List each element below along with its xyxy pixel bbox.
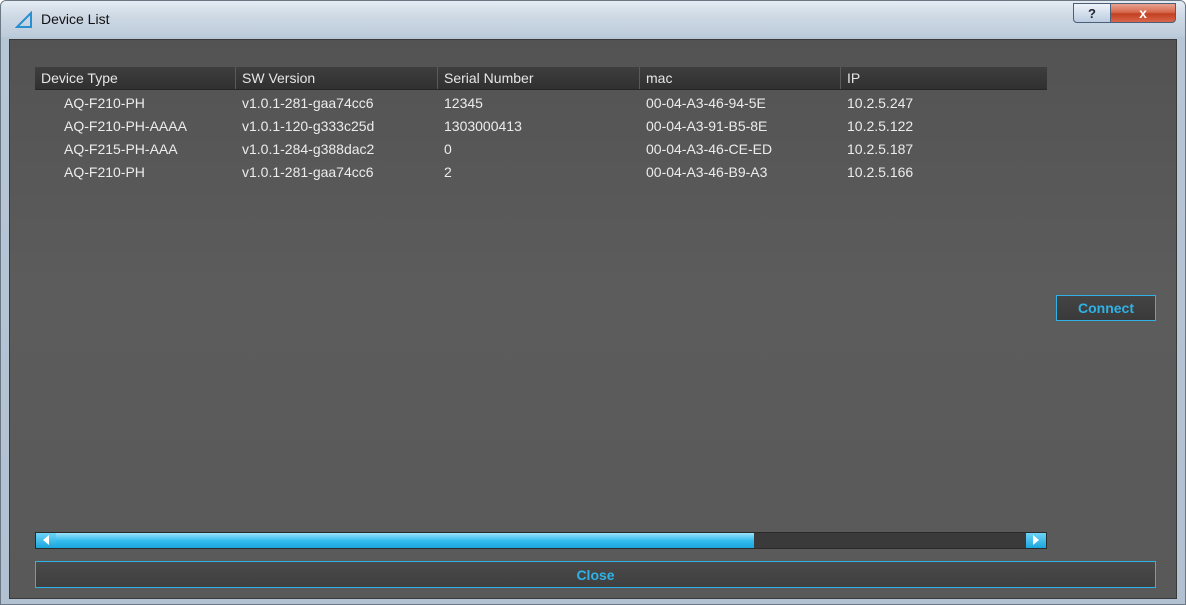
device-list-window: Device List ? x Device Type SW Version S…	[0, 0, 1186, 605]
window-close-button[interactable]: x	[1110, 3, 1176, 23]
column-header-device-type[interactable]: Device Type	[35, 67, 236, 89]
scroll-right-button[interactable]	[1026, 533, 1046, 548]
scroll-thumb[interactable]	[56, 533, 754, 548]
cell-ip: 10.2.5.187	[847, 141, 914, 157]
table-row[interactable]: AQ-F210-PH v1.0.1-281-gaa74cc6 12345 00-…	[35, 92, 1047, 115]
cell-serial-number: 1303000413	[444, 118, 522, 134]
cell-mac: 00-04-A3-46-94-5E	[646, 95, 766, 111]
cell-mac: 00-04-A3-46-B9-A3	[646, 164, 768, 180]
cell-ip: 10.2.5.247	[847, 95, 914, 111]
connect-button[interactable]: Connect	[1056, 295, 1156, 321]
cell-mac: 00-04-A3-46-CE-ED	[646, 141, 773, 157]
close-button[interactable]: Close	[35, 561, 1156, 588]
cell-serial-number: 2	[444, 164, 452, 180]
cell-device-type: AQ-F210-PH	[64, 164, 145, 180]
cell-sw-version: v1.0.1-281-gaa74cc6	[242, 95, 374, 111]
cell-serial-number: 0	[444, 141, 452, 157]
column-header-ip[interactable]: IP	[841, 67, 1047, 89]
help-icon: ?	[1088, 5, 1096, 21]
arrow-right-icon	[1032, 532, 1040, 550]
close-icon: x	[1139, 5, 1147, 21]
cell-sw-version: v1.0.1-284-g388dac2	[242, 141, 375, 157]
help-button[interactable]: ?	[1073, 3, 1111, 23]
cell-serial-number: 12345	[444, 95, 483, 111]
cell-sw-version: v1.0.1-120-g333c25d	[242, 118, 375, 134]
scroll-left-button[interactable]	[36, 533, 56, 548]
cell-ip: 10.2.5.166	[847, 164, 914, 180]
column-header-sw-version[interactable]: SW Version	[236, 67, 438, 89]
table-row[interactable]: AQ-F210-PH-AAAA v1.0.1-120-g333c25d 1303…	[35, 115, 1047, 138]
client-area: Device Type SW Version Serial Number mac…	[9, 39, 1177, 599]
horizontal-scrollbar[interactable]	[35, 532, 1047, 549]
cell-ip: 10.2.5.122	[847, 118, 914, 134]
column-header-serial-number[interactable]: Serial Number	[438, 67, 640, 89]
arrow-left-icon	[42, 532, 50, 550]
title-bar[interactable]: Device List ? x	[1, 1, 1185, 37]
table-row[interactable]: AQ-F210-PH v1.0.1-281-gaa74cc6 2 00-04-A…	[35, 161, 1047, 184]
cell-device-type: AQ-F215-PH-AAA	[64, 141, 178, 157]
app-logo-icon	[14, 10, 33, 29]
column-header-mac[interactable]: mac	[640, 67, 841, 89]
table-header: Device Type SW Version Serial Number mac…	[35, 67, 1047, 90]
window-title: Device List	[41, 11, 110, 27]
cell-mac: 00-04-A3-91-B5-8E	[646, 118, 768, 134]
cell-device-type: AQ-F210-PH	[64, 95, 145, 111]
cell-device-type: AQ-F210-PH-AAAA	[64, 118, 187, 134]
table-row[interactable]: AQ-F215-PH-AAA v1.0.1-284-g388dac2 0 00-…	[35, 138, 1047, 161]
cell-sw-version: v1.0.1-281-gaa74cc6	[242, 164, 374, 180]
